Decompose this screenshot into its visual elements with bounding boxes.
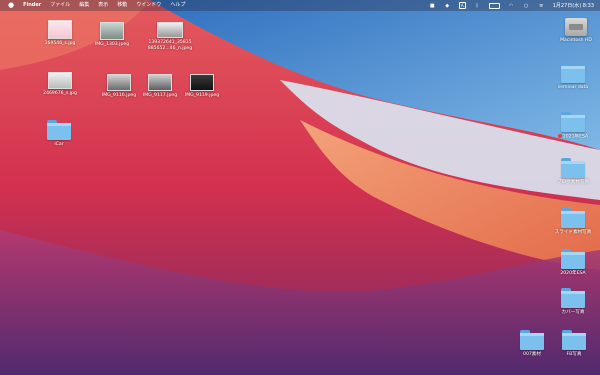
tag-dot	[557, 134, 562, 138]
folder-icon	[562, 330, 586, 350]
desktop-drive-macintosh-hd[interactable]: Macintosh HD	[546, 18, 600, 44]
folder-icon	[561, 249, 585, 269]
file-label: IMG_9119.jpeg	[184, 93, 220, 98]
menu-view[interactable]: 表示	[98, 0, 108, 11]
desktop-folder-2020-esa[interactable]: 2020年ESA	[543, 249, 600, 277]
image-thumbnail	[148, 74, 172, 91]
menu-edit[interactable]: 編集	[79, 0, 89, 11]
menu-help[interactable]: ヘルプ	[170, 0, 185, 11]
wifi-icon[interactable]: ◠	[508, 3, 515, 9]
image-thumbnail	[107, 74, 131, 91]
folder-label: FB写真	[566, 352, 582, 357]
app-menu-finder[interactable]: Finder	[23, 0, 41, 11]
image-thumbnail	[157, 22, 183, 38]
control-center-icon[interactable]: ≡	[538, 3, 545, 9]
desktop-folder-icar[interactable]: iCar	[29, 120, 89, 148]
desktop-file-img1303[interactable]: IMG_1303.jpeg	[82, 22, 142, 48]
folder-label: 2021年ESA	[557, 134, 589, 140]
desktop-folder-fb-photos[interactable]: FB写真	[544, 330, 600, 358]
folder-label: スライド素材写真	[554, 230, 592, 235]
desktop-file-169546[interactable]: 169546_s.jpg	[30, 20, 90, 47]
file-label: 2469676_s.jpg	[43, 91, 77, 96]
desktop-folder-cover-photos[interactable]: カバー写真	[543, 288, 600, 316]
folder-icon	[520, 330, 544, 350]
file-label: 169546_s.jpg	[44, 41, 76, 46]
image-thumbnail	[48, 72, 72, 89]
folder-label: seminar data	[557, 85, 589, 90]
desktop-wallpaper	[0, 0, 600, 375]
desktop-file-139372641[interactable]: 139372641_35815 885652...46_n.jpeg	[140, 22, 200, 51]
apple-icon[interactable]: ●	[8, 0, 14, 11]
folder-icon	[561, 208, 585, 228]
camera-icon[interactable]: ■	[429, 3, 436, 9]
battery-icon[interactable]	[488, 2, 500, 9]
hard-drive-icon	[565, 18, 587, 36]
file-label: IMG_1303.jpeg	[94, 42, 130, 47]
image-thumbnail	[190, 74, 214, 91]
folder-label: iCar	[54, 142, 64, 147]
desktop-file-2469676[interactable]: 2469676_s.jpg	[30, 72, 90, 97]
menu-clock[interactable]: 1月27日(水) 8:33	[553, 2, 594, 9]
desktop-file-img9119[interactable]: IMG_9119.jpeg	[172, 74, 232, 99]
menu-bar: ● Finder ファイル 編集 表示 移動 ウインドウ ヘルプ ■ ◆ A ᛒ…	[0, 0, 600, 11]
menu-go[interactable]: 移動	[117, 0, 127, 11]
image-thumbnail	[100, 22, 124, 40]
folder-label: 2020年ESA	[560, 271, 586, 276]
desktop-folder-seminar-data[interactable]: seminar data	[543, 63, 600, 91]
folder-label: カバー写真	[561, 310, 585, 315]
a-input-icon[interactable]: A	[458, 2, 466, 9]
bluetooth-icon[interactable]: ᛒ	[474, 3, 481, 9]
menu-file[interactable]: ファイル	[50, 0, 70, 11]
drive-label: Macintosh HD	[560, 38, 592, 43]
menu-window[interactable]: ウインドウ	[136, 0, 161, 11]
folder-label: ブログ素材写真	[556, 180, 590, 185]
desktop-folder-2021-esa[interactable]: 2021年ESA	[543, 112, 600, 140]
file-label: 139372641_35815 885652...46_n.jpeg	[147, 40, 193, 51]
desktop-folder-blog-photos[interactable]: ブログ素材写真	[543, 158, 600, 186]
folder-icon	[47, 120, 71, 140]
folder-icon	[561, 288, 585, 308]
folder-icon	[561, 158, 585, 178]
folder-icon	[561, 112, 585, 132]
image-thumbnail	[48, 20, 72, 39]
dropbox-icon[interactable]: ◆	[444, 3, 451, 9]
folder-icon	[561, 63, 585, 83]
folder-label-text: 2021年ESA	[562, 134, 589, 140]
folder-label: 007素材	[523, 352, 541, 357]
desktop-folder-slide-photos[interactable]: スライド素材写真	[543, 208, 600, 236]
search-icon[interactable]: ○	[523, 3, 530, 9]
